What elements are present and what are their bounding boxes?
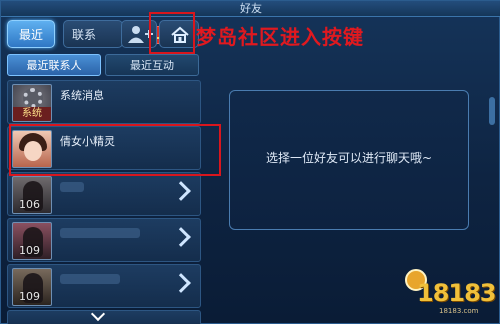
annotation-label: 梦岛社区进入按键 (196, 25, 364, 49)
chevron-right-icon[interactable] (171, 227, 191, 247)
subtab-bar: 最近联系人 最近互动 (7, 54, 201, 76)
chevron-right-icon[interactable] (171, 273, 191, 293)
watermark-brand: 18183 (417, 279, 496, 307)
player-level: 109 (19, 244, 40, 257)
subtab-recent-contacts[interactable]: 最近联系人 (7, 54, 101, 76)
watermark: 18183 18183.com (405, 265, 499, 321)
avatar: 109 (12, 268, 52, 306)
list-item[interactable]: 系统 系统消息 (7, 80, 201, 124)
chat-hint: 选择一位好友可以进行聊天哦~ (265, 151, 433, 165)
subtab-recent-interactions[interactable]: 最近互动 (105, 54, 199, 76)
window-title: 好友 (1, 1, 500, 17)
player-level: 106 (19, 198, 40, 211)
scrollbar[interactable] (489, 97, 495, 125)
contact-name: 系统消息 (60, 89, 104, 102)
tab-recent[interactable]: 最近 (7, 20, 55, 48)
system-gear-icon (23, 88, 43, 108)
list-item[interactable]: 109 (7, 218, 201, 262)
system-badge: 系统 (13, 107, 51, 121)
contact-list: 系统 系统消息 倩女小精灵 106 109 109 (7, 80, 201, 324)
annotation-box-fairy (9, 124, 221, 176)
blurred-name (60, 182, 84, 192)
blurred-name (60, 274, 120, 284)
list-item[interactable]: 109 (7, 264, 201, 308)
tab-contacts[interactable]: 联系 (63, 20, 168, 48)
chat-panel: 选择一位好友可以进行聊天哦~ (229, 90, 469, 230)
chevron-right-icon[interactable] (171, 181, 191, 201)
player-level: 109 (19, 290, 40, 303)
list-item[interactable]: 106 (7, 172, 201, 216)
friends-window: 好友 最近 联系 梦岛社区进入按键 最近联系人 最近互动 系统 系统消息 倩女小… (0, 0, 500, 324)
annotation-box-community (149, 12, 195, 54)
avatar: 109 (12, 222, 52, 260)
tab-contacts-label: 联系 (72, 28, 97, 42)
avatar: 106 (12, 176, 52, 214)
avatar: 系统 (12, 84, 52, 122)
blurred-name (60, 228, 140, 238)
watermark-url: 18183.com (439, 307, 479, 315)
